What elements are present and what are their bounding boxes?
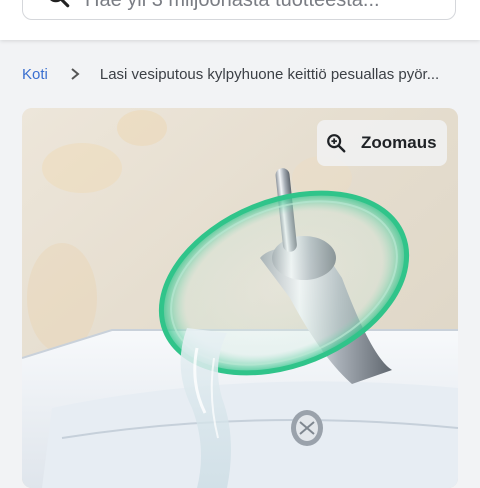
search-input[interactable]: Hae yli 3 miljoonasta tuotteesta... (22, 0, 456, 20)
search-placeholder: Hae yli 3 miljoonasta tuotteesta... (85, 0, 380, 11)
zoom-in-icon (327, 134, 346, 153)
product-image-card[interactable]: Zoomaus (22, 108, 458, 488)
top-header: Hae yli 3 miljoonasta tuotteesta... (0, 0, 480, 40)
zoom-button[interactable]: Zoomaus (317, 120, 447, 166)
search-icon (50, 0, 70, 8)
breadcrumb-home-link[interactable]: Koti (22, 66, 48, 83)
zoom-label: Zoomaus (361, 133, 437, 152)
chevron-right-icon (71, 68, 80, 80)
breadcrumb: Koti Lasi vesiputous kylpyhuone keittiö … (22, 62, 462, 86)
breadcrumb-current: Lasi vesiputous kylpyhuone keittiö pesua… (99, 65, 440, 83)
